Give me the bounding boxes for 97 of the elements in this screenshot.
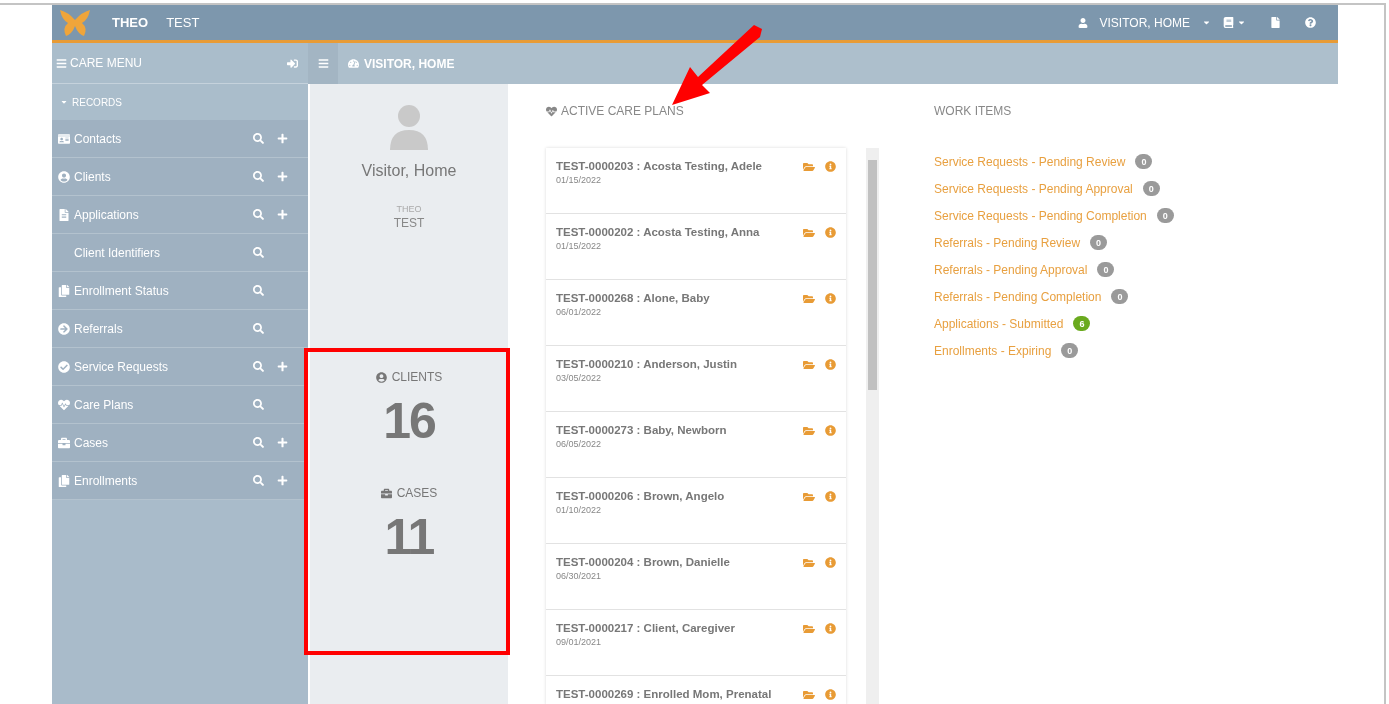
stat-label: CASES: [396, 486, 438, 500]
scrollbar[interactable]: [866, 148, 879, 704]
care-plan-link[interactable]: TEST-0000268 : Alone, Baby: [556, 292, 803, 304]
caret-icon: [60, 98, 68, 106]
org-value: TEST: [393, 216, 425, 230]
work-item-link[interactable]: Service Requests - Pending Completion: [934, 208, 1147, 223]
count-badge: 0: [1135, 154, 1153, 169]
count-badge: 0: [1111, 289, 1129, 304]
sidebar-item[interactable]: Referrals: [74, 321, 123, 336]
menu-icon: [56, 57, 67, 69]
info-icon[interactable]: [825, 293, 836, 304]
count-badge: 0: [1142, 181, 1160, 196]
care-plan-link[interactable]: TEST-0000217 : Client, Caregiver: [556, 622, 803, 634]
briefcase-icon: [380, 487, 392, 499]
count-badge: 0: [1156, 208, 1174, 223]
count-badge: 0: [1090, 235, 1108, 250]
stat-value: 16: [383, 392, 435, 450]
folder-icon[interactable]: [803, 425, 815, 437]
sidebar-item[interactable]: Enrollments: [74, 473, 138, 488]
info-icon[interactable]: [825, 623, 836, 634]
user-icon: [1077, 17, 1088, 28]
sidebar-item[interactable]: Enrollment Status: [74, 283, 169, 298]
heartbeat-icon: [546, 105, 557, 117]
work-item-link[interactable]: Service Requests - Pending Review: [934, 154, 1126, 169]
folder-icon[interactable]: [803, 491, 815, 503]
care-plan-link[interactable]: TEST-0000273 : Baby, Newborn: [556, 424, 803, 436]
count-badge: 6: [1073, 316, 1091, 331]
caret-icon: [1237, 18, 1246, 27]
care-plan-date: 01/15/2022: [556, 175, 603, 185]
sidebar-item[interactable]: Cases: [74, 435, 108, 450]
info-icon[interactable]: [825, 689, 836, 700]
breadcrumb: VISITOR, HOME: [364, 56, 455, 71]
care-plan-date: 01/15/2022: [556, 241, 603, 251]
folder-icon[interactable]: [803, 557, 815, 569]
briefcase-icon: [58, 436, 70, 449]
document-icon: [58, 208, 70, 221]
dashboard-icon: [348, 58, 359, 69]
care-plan-link[interactable]: TEST-0000206 : Brown, Angelo: [556, 490, 803, 502]
section-title: WORK ITEMS: [934, 104, 1013, 118]
folder-icon[interactable]: [803, 359, 815, 371]
count-badge: 0: [1097, 262, 1115, 277]
folder-icon[interactable]: [803, 689, 815, 701]
info-icon[interactable]: [825, 425, 836, 436]
heartbeat-icon: [58, 398, 70, 411]
care-plan-date: 06/30/2021: [556, 571, 603, 581]
work-item-link[interactable]: Referrals - Pending Completion: [934, 289, 1102, 304]
menu-button[interactable]: [308, 43, 338, 84]
info-icon[interactable]: [825, 161, 836, 172]
sidebar-item[interactable]: Clients: [74, 169, 111, 184]
section-title: ACTIVE CARE PLANS: [561, 104, 684, 118]
brand-name: THEO: [112, 15, 149, 30]
work-item-link[interactable]: Service Requests - Pending Approval: [934, 181, 1133, 196]
stat-value: 11: [384, 508, 434, 566]
sidebar-item[interactable]: Care Plans: [74, 397, 134, 412]
copy-icon: [58, 474, 70, 487]
help-icon: [1305, 17, 1316, 28]
info-icon[interactable]: [825, 359, 836, 370]
collapse-icon[interactable]: [287, 57, 298, 69]
care-plan-link[interactable]: TEST-0000203 : Acosta Testing, Adele: [556, 160, 803, 172]
folder-icon[interactable]: [803, 161, 815, 173]
work-item-link[interactable]: Applications - Submitted: [934, 316, 1064, 331]
user-menu[interactable]: VISITOR, HOME: [1087, 15, 1202, 30]
care-plan-link[interactable]: TEST-0000210 : Anderson, Justin: [556, 358, 803, 370]
sidebar-title: CARE MENU: [70, 56, 143, 70]
care-plan-date: 01/10/2022: [556, 505, 603, 515]
stat-label: CLIENTS: [391, 370, 443, 384]
sidebar-item[interactable]: Applications: [74, 207, 139, 222]
folder-icon[interactable]: [803, 293, 815, 305]
care-plan-date: 09/01/2021: [556, 637, 603, 647]
copy-icon: [58, 284, 70, 297]
avatar-icon: [388, 104, 430, 150]
work-item-link[interactable]: Referrals - Pending Approval: [934, 262, 1088, 277]
org-name: TEST: [166, 15, 200, 30]
work-item-link[interactable]: Referrals - Pending Review: [934, 235, 1081, 250]
care-plan-date: 06/01/2022: [556, 307, 603, 317]
care-plan-link[interactable]: TEST-0000202 : Acosta Testing, Anna: [556, 226, 803, 238]
info-icon[interactable]: [825, 491, 836, 502]
sidebar-item[interactable]: Client Identifiers: [74, 245, 161, 260]
id-card-icon: [58, 132, 70, 145]
menu-icon: [317, 58, 329, 69]
sidebar-item[interactable]: Contacts: [74, 131, 122, 146]
folder-icon[interactable]: [803, 623, 815, 635]
caret-icon[interactable]: [1202, 18, 1211, 27]
profile-name: Visitor, Home: [361, 162, 457, 180]
care-plan-link[interactable]: TEST-0000269 : Enrolled Mom, Prenatal: [556, 688, 803, 700]
care-plan-date: 06/05/2022: [556, 439, 603, 449]
care-plan-date: 03/05/2022: [556, 373, 603, 383]
org-label: THEO: [396, 204, 422, 214]
sidebar-item[interactable]: Service Requests: [74, 359, 169, 374]
document-icon: [1270, 17, 1281, 28]
info-icon[interactable]: [825, 227, 836, 238]
care-plan-link[interactable]: TEST-0000204 : Brown, Danielle: [556, 556, 803, 568]
count-badge: 0: [1061, 343, 1079, 358]
book-icon: [1223, 17, 1234, 28]
work-item-link[interactable]: Enrollments - Expiring: [934, 343, 1052, 358]
info-icon[interactable]: [825, 557, 836, 568]
folder-icon[interactable]: [803, 227, 815, 239]
